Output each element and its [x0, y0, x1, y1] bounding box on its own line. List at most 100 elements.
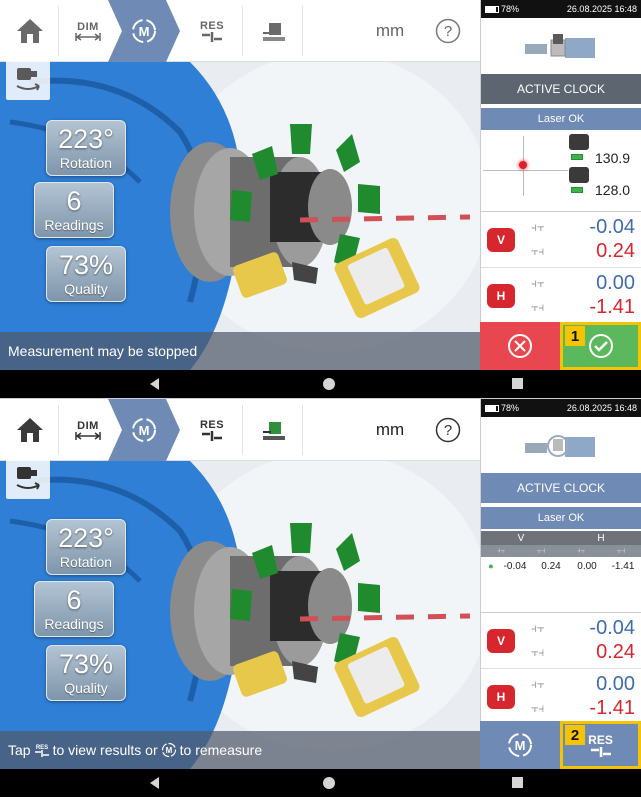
res-button[interactable]: RES: [186, 399, 238, 461]
nav-home-icon[interactable]: [323, 777, 335, 789]
status-text: Measurement may be stopped: [8, 343, 198, 359]
machine-3d-view[interactable]: 223° Rotation 6 Readings 73% Quality Tap…: [0, 461, 480, 769]
home-button[interactable]: [8, 399, 52, 461]
system-status-bar: 78% 26.08.2025 16:48: [481, 0, 641, 18]
quality-value: 73%: [58, 649, 114, 679]
laser-status-label: Laser OK: [537, 512, 585, 524]
sensor2-battery-icon: [571, 187, 583, 193]
right-panel: 78% 26.08.2025 16:48 ACTIVE CLOCK Laser …: [480, 399, 641, 769]
readings-label: Readings: [44, 616, 104, 632]
measure-icon: M: [132, 418, 156, 442]
res-label: RES: [199, 20, 225, 32]
nav-home-icon[interactable]: [323, 378, 335, 390]
battery-level: 78%: [501, 4, 520, 14]
readings-chip: 6 Readings: [34, 581, 114, 637]
help-icon: ?: [435, 417, 461, 443]
angularity-icon: ⫟⫞: [536, 546, 546, 555]
screen-results-ready: DIM M RES mm ? 223° Rotation 6 Readings …: [0, 399, 641, 797]
angularity-icon: ⫟⫞: [616, 546, 626, 555]
table-cell: -0.04: [503, 560, 527, 572]
recent-apps-icon[interactable]: [512, 378, 523, 389]
table-cell: 0.24: [541, 560, 561, 572]
machine-button[interactable]: [248, 399, 300, 461]
offset-icon: ⫞⫟: [531, 276, 545, 290]
home-button[interactable]: [8, 0, 52, 62]
machine-thumbnail[interactable]: [481, 417, 641, 473]
camera-rotate-button[interactable]: [6, 455, 50, 499]
vertical-offset: -0.04: [589, 216, 635, 238]
table-cell: -1.41: [611, 560, 635, 572]
measure-tab[interactable]: M: [108, 0, 180, 62]
machine-3d-view[interactable]: 223° Rotation 6 Readings 73% Quality Mea…: [0, 62, 480, 370]
camera-rotate-icon: [16, 467, 40, 490]
status-text-pre: Tap: [8, 742, 31, 758]
screen-measurement: DIM M RES mm ? 223° Rotation 6 Readings …: [0, 0, 641, 398]
res-icon: RES: [34, 745, 49, 757]
active-clock-label: ACTIVE CLOCK: [516, 82, 606, 96]
android-nav-bar: [0, 370, 641, 398]
offset-icon: ⫞⫟: [531, 220, 545, 234]
svg-text:?: ?: [444, 422, 452, 439]
horizontal-angularity: -1.41: [589, 697, 635, 719]
status-text-post: to remeasure: [179, 742, 263, 758]
stop-measurement-button[interactable]: 1: [560, 322, 641, 370]
offset-icon: ⫞⫟: [496, 546, 506, 555]
machine-thumbnail[interactable]: [481, 18, 641, 74]
quality-label: Quality: [64, 281, 108, 297]
table-row[interactable]: ● -0.04 0.24 0.00 -1.41: [481, 557, 641, 575]
angularity-icon: ⫟⫞: [531, 244, 545, 258]
horizontal-result-row: H ⫞⫟ ⫟⫞ 0.00 -1.41: [481, 268, 641, 324]
measure-tab[interactable]: M: [108, 399, 180, 461]
horizontal-result-row: H ⫞⫟ ⫟⫞ 0.00 -1.41: [481, 669, 641, 725]
svg-text:M: M: [165, 746, 172, 755]
datetime: 26.08.2025 16:48: [566, 403, 637, 413]
home-icon: [17, 19, 43, 43]
dim-button[interactable]: DIM: [62, 0, 114, 62]
camera-rotate-button[interactable]: [6, 56, 50, 100]
view-results-button[interactable]: 2 RES: [560, 721, 641, 769]
status-message: Tap RES to view results or M to remeasur…: [0, 731, 480, 769]
sensor1-battery-icon: [571, 154, 583, 160]
svg-text:M: M: [515, 738, 526, 753]
status-text-mid: to view results or: [52, 742, 158, 758]
system-status-bar: 78% 26.08.2025 16:48: [481, 399, 641, 417]
android-nav-bar: [0, 769, 641, 797]
rotation-label: Rotation: [59, 554, 113, 570]
quality-chip: 73% Quality: [46, 246, 126, 302]
back-icon[interactable]: [150, 777, 159, 789]
step-marker: 2: [565, 725, 585, 745]
remeasure-button[interactable]: M: [480, 721, 560, 769]
active-clock-label: ACTIVE CLOCK: [516, 481, 606, 495]
back-icon[interactable]: [150, 378, 159, 390]
table-header-h: H: [597, 532, 605, 544]
dim-icon: [75, 33, 101, 41]
res-icon: [590, 747, 611, 757]
res-button[interactable]: RES: [186, 0, 238, 62]
quality-chip: 73% Quality: [46, 645, 126, 701]
sensor2-icon: [569, 167, 589, 183]
recent-apps-icon[interactable]: [512, 777, 523, 788]
svg-text:M: M: [139, 24, 150, 39]
machine-icon: [263, 23, 285, 41]
dim-label: DIM: [77, 21, 99, 33]
units-toggle[interactable]: mm: [360, 0, 420, 62]
quality-label: Quality: [64, 680, 108, 696]
units-toggle[interactable]: mm: [360, 399, 420, 461]
readings-value: 6: [66, 585, 82, 615]
help-button[interactable]: ?: [428, 399, 468, 461]
machine-button[interactable]: [248, 0, 300, 62]
dim-button[interactable]: DIM: [62, 399, 114, 461]
table-header-v: V: [517, 532, 525, 544]
sensor1-icon: [569, 134, 589, 150]
horizontal-badge: H: [487, 685, 515, 709]
laser-dot: [519, 161, 527, 169]
laser-target: 130.9 128.0: [481, 130, 641, 212]
dim-icon: [75, 432, 101, 440]
readings-chip: 6 Readings: [34, 182, 114, 238]
offset-icon: ⫞⫟: [576, 546, 586, 555]
cancel-button[interactable]: [480, 322, 560, 370]
help-button[interactable]: ?: [428, 0, 468, 62]
horizontal-angularity: -1.41: [589, 296, 635, 318]
battery-icon: [485, 6, 499, 14]
res-button-label: RES: [588, 733, 613, 747]
